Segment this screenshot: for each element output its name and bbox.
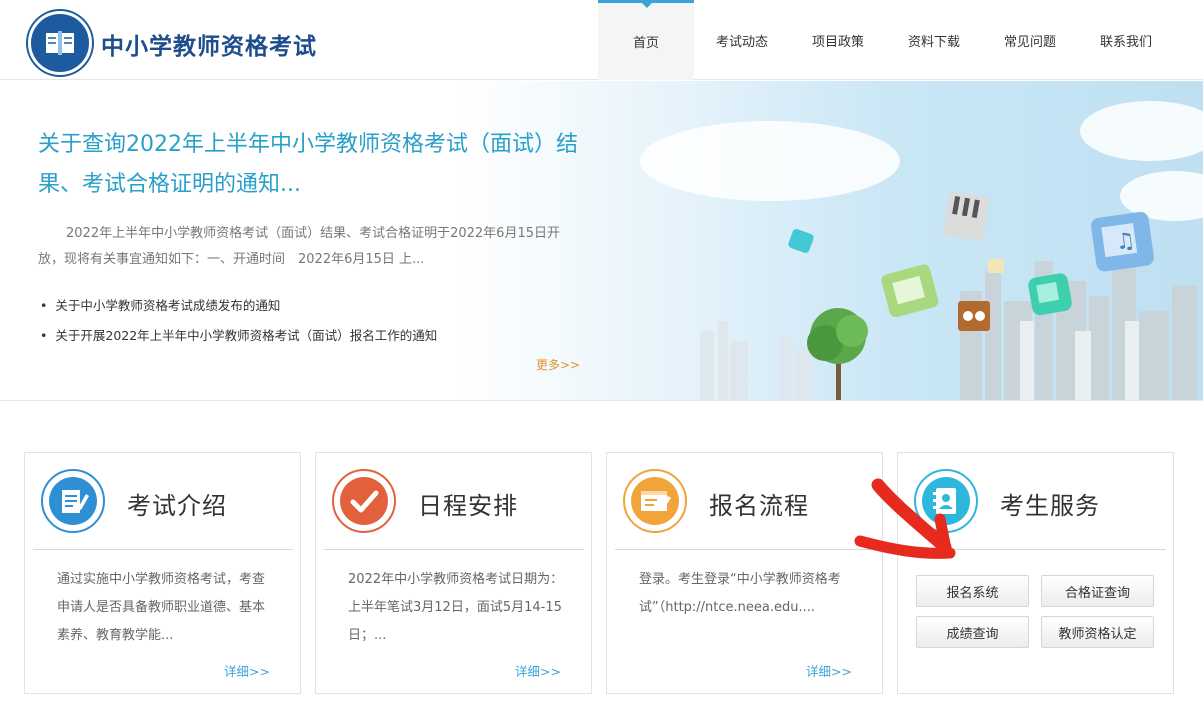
news-link[interactable]: 关于中小学教师资格考试成绩发布的通知 — [40, 291, 437, 321]
divider — [33, 549, 293, 550]
card-exam-intro: 考试介绍 通过实施中小学教师资格考试，考查申请人是否具备教师职业道德、基本素养、… — [24, 452, 301, 694]
card-text: 2022年中小学教师资格考试日期为：上半年笔试3月12日，面试5月14-15日；… — [348, 572, 564, 643]
nav-home[interactable]: 首页 — [598, 0, 694, 80]
site-title: 中小学教师资格考试 — [101, 34, 317, 60]
banner-headline[interactable]: 关于查询2022年上半年中小学教师资格考试（面试）结果、考试合格证明的通知... — [38, 125, 578, 205]
city-illustration: ♫ — [700, 191, 1197, 400]
teacher-qualification-button[interactable]: 教师资格认定 — [1041, 616, 1154, 648]
site-logo[interactable] — [28, 11, 92, 75]
registration-form-icon — [623, 469, 687, 533]
card-text: 通过实施中小学教师资格考试，考查申请人是否具备教师职业道德、基本素养、教育教学能… — [57, 572, 266, 643]
nav-downloads[interactable]: 资料下载 — [886, 0, 982, 80]
banner-description: 2022年上半年中小学教师资格考试（面试）结果、考试合格证明于2022年6月15… — [38, 226, 560, 267]
card-title: 日程安排 — [418, 492, 518, 520]
red-arrow-annotation — [854, 478, 956, 559]
card-registration: 报名流程 登录。考生登录“中小学教师资格考试”（http://ntce.neea… — [606, 452, 883, 694]
svg-text:♫: ♫ — [1114, 228, 1137, 256]
divider — [324, 549, 584, 550]
certificate-query-button[interactable]: 合格证查询 — [1041, 575, 1154, 607]
detail-link[interactable]: 详细>> — [515, 661, 561, 680]
exam-intro-icon — [41, 469, 105, 533]
registration-system-button[interactable]: 报名系统 — [916, 575, 1029, 607]
card-text: 登录。考生登录“中小学教师资格考试”（http://ntce.neea.edu.… — [639, 572, 841, 615]
nav-contact[interactable]: 联系我们 — [1078, 0, 1174, 80]
site-header: 中小学教师资格考试 首页 考试动态 项目政策 资料下载 常见问题 联系我们 — [0, 0, 1203, 80]
nav-policies[interactable]: 项目政策 — [790, 0, 886, 80]
nav-exam-news[interactable]: 考试动态 — [694, 0, 790, 80]
news-banner: ♫ 关于查询2022年上半年中小学教师资格考试（面试）结果、考试合格证明的通知.… — [0, 81, 1203, 401]
divider — [615, 549, 875, 550]
card-title: 报名流程 — [709, 492, 809, 520]
detail-link[interactable]: 详细>> — [806, 661, 852, 680]
main-nav: 首页 考试动态 项目政策 资料下载 常见问题 联系我们 — [598, 0, 1174, 80]
score-query-button[interactable]: 成绩查询 — [916, 616, 1029, 648]
cloud-decoration — [1080, 101, 1203, 161]
banner-more-link[interactable]: 更多>> — [536, 356, 580, 373]
detail-link[interactable]: 详细>> — [224, 661, 270, 680]
nav-faq[interactable]: 常见问题 — [982, 0, 1078, 80]
book-logo-icon — [46, 31, 74, 55]
checkmark-icon — [332, 469, 396, 533]
card-schedule: 日程安排 2022年中小学教师资格考试日期为：上半年笔试3月12日，面试5月14… — [315, 452, 592, 694]
card-title: 考生服务 — [1000, 492, 1100, 520]
news-link[interactable]: 关于开展2022年上半年中小学教师资格考试（面试）报名工作的通知 — [40, 321, 437, 351]
banner-news-list: 关于中小学教师资格考试成绩发布的通知 关于开展2022年上半年中小学教师资格考试… — [40, 291, 437, 351]
card-title: 考试介绍 — [127, 492, 227, 520]
